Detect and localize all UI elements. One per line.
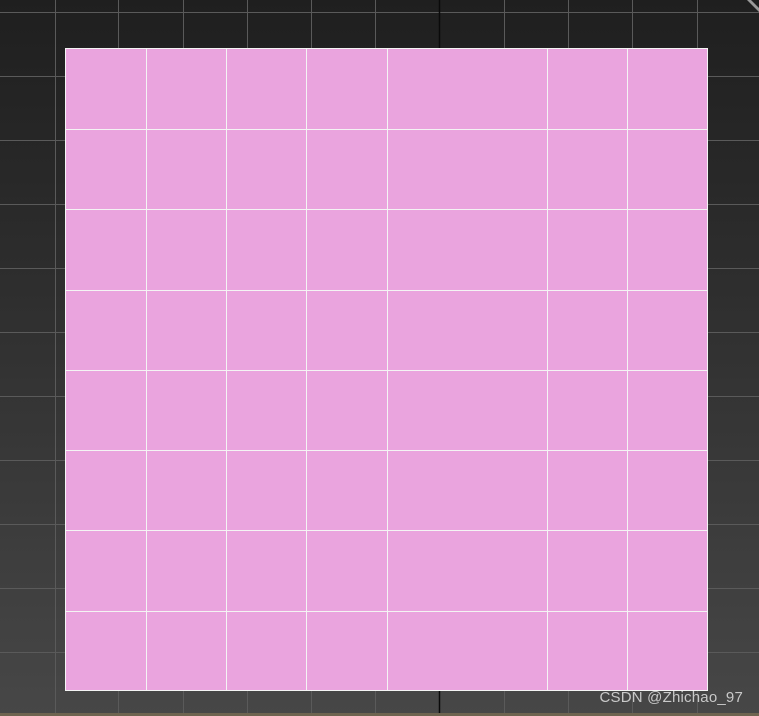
viewport-corner-icon[interactable]: [745, 0, 759, 14]
plane-object[interactable]: [65, 48, 708, 691]
plane-wireframe: [66, 49, 707, 690]
watermark-text: CSDN @Zhichao_97: [599, 689, 743, 706]
plane-surface: [66, 49, 707, 690]
3d-viewport[interactable]: CSDN @Zhichao_97: [0, 0, 759, 716]
